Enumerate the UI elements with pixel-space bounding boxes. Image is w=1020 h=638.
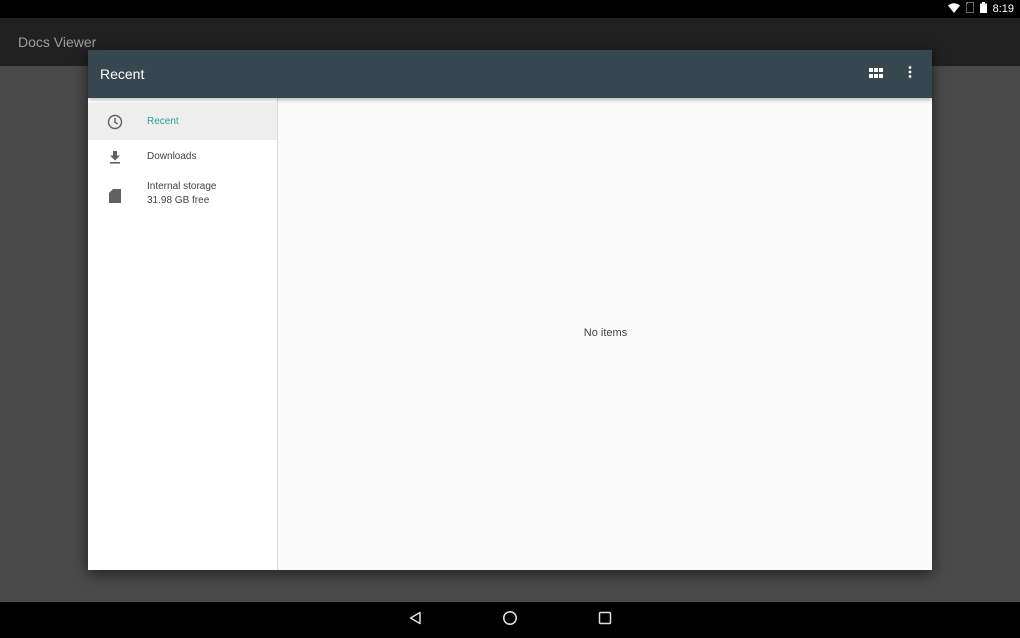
- navigation-bar: [0, 602, 1020, 638]
- back-icon: [408, 611, 422, 630]
- wifi-icon: [947, 0, 960, 18]
- home-button[interactable]: [501, 610, 519, 631]
- drawer-item-label: Internal storage: [147, 181, 217, 192]
- clock-icon: [106, 113, 124, 131]
- drawer-item-label: Downloads: [147, 151, 197, 162]
- empty-state-text: No items: [583, 327, 628, 339]
- battery-icon: [979, 0, 987, 18]
- grid-view-button[interactable]: [864, 62, 888, 86]
- more-vert-icon: [908, 65, 912, 83]
- document-list: No items: [279, 98, 932, 570]
- toolbar-title: Recent: [100, 66, 145, 82]
- drawer-item-recent[interactable]: Recent: [88, 103, 277, 140]
- drawer-item-label: Recent: [147, 116, 179, 127]
- status-bar: 8:19: [0, 0, 1020, 18]
- drawer-item-sublabel: 31.98 GB free: [147, 195, 210, 206]
- roots-drawer: Recent Downloads Internal storage 31.98 …: [88, 98, 278, 570]
- status-icons: 8:19: [947, 0, 1014, 18]
- sd-card-icon: [106, 187, 124, 205]
- back-button[interactable]: [406, 611, 424, 629]
- document-picker-dialog: Recent Recent Downloads Internal storage…: [88, 50, 932, 570]
- drawer-item-internal-storage[interactable]: Internal storage 31.98 GB free: [88, 174, 277, 220]
- home-icon: [502, 610, 518, 631]
- recents-icon: [598, 611, 612, 630]
- sim-icon: [964, 0, 975, 18]
- download-icon: [106, 148, 124, 166]
- drawer-item-downloads[interactable]: Downloads: [88, 140, 277, 174]
- dialog-toolbar: Recent: [88, 50, 932, 98]
- recents-button[interactable]: [596, 611, 614, 629]
- status-time: 8:19: [992, 3, 1014, 15]
- grid-view-icon: [869, 65, 883, 83]
- more-options-button[interactable]: [898, 62, 922, 86]
- app-title: Docs Viewer: [18, 34, 97, 50]
